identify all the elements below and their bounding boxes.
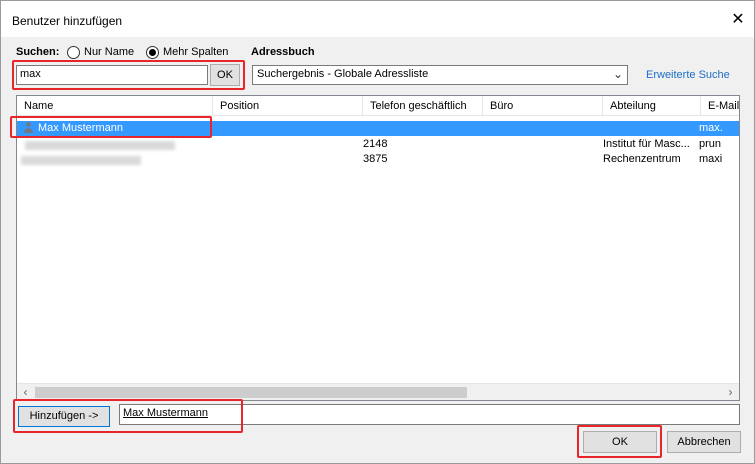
cell-department: Institut für Masc... <box>603 138 690 150</box>
column-header-name[interactable]: Name <box>17 96 213 116</box>
redacted-name <box>25 141 175 150</box>
add-button[interactable]: Hinzufügen -> <box>18 406 110 427</box>
add-user-dialog: Benutzer hinzufügen ✕ Suchen: Nur Name M… <box>0 0 755 464</box>
cell-email: prun <box>699 138 722 150</box>
column-header-email[interactable]: E-Mail <box>701 96 739 116</box>
addressbook-select[interactable]: Suchergebnis - Globale Adressliste ⌄ <box>252 65 628 85</box>
search-input[interactable]: max <box>16 65 208 85</box>
cell-name: Max Mustermann <box>23 121 213 136</box>
user-icon <box>23 122 34 133</box>
column-header-department[interactable]: Abteilung <box>603 96 701 116</box>
addressbook-selected: Suchergebnis - Globale Adressliste <box>257 68 429 80</box>
dialog-title: Benutzer hinzufügen <box>12 14 123 28</box>
cell-department: Rechenzentrum <box>603 153 681 165</box>
radio-name-only-label: Nur Name <box>84 46 135 58</box>
search-label: Suchen: <box>16 46 60 58</box>
advanced-search-link[interactable]: Erweiterte Suche <box>646 69 730 81</box>
chevron-down-icon: ⌄ <box>612 67 623 81</box>
table-row[interactable]: Max Mustermann max. <box>17 121 739 136</box>
radio-more-columns[interactable] <box>146 46 159 59</box>
table-header: Name Position Telefon geschäftlich Büro … <box>17 96 739 116</box>
add-field[interactable]: Max Mustermann <box>119 404 740 425</box>
title-bar: Benutzer hinzufügen ✕ <box>1 1 754 37</box>
cell-email: max. <box>699 122 723 134</box>
scrollbar-thumb[interactable] <box>35 387 467 398</box>
column-header-phone[interactable]: Telefon geschäftlich <box>363 96 483 116</box>
scroll-left-icon[interactable]: ‹ <box>17 384 34 401</box>
redacted-name <box>21 156 141 165</box>
table-row[interactable]: 3875 Rechenzentrum maxi <box>17 152 739 167</box>
radio-name-only[interactable] <box>67 46 80 59</box>
cell-phone: 2148 <box>363 138 388 150</box>
scroll-right-icon[interactable]: › <box>722 384 739 401</box>
addressbook-label: Adressbuch <box>251 46 315 58</box>
close-icon[interactable]: ✕ <box>728 10 748 30</box>
ok-button[interactable]: OK <box>583 431 657 453</box>
radio-more-columns-label: Mehr Spalten <box>163 46 229 58</box>
cancel-button[interactable]: Abbrechen <box>667 431 741 453</box>
cell-email: maxi <box>699 153 723 165</box>
cell-phone: 3875 <box>363 153 388 165</box>
table-row[interactable]: 2148 Institut für Masc... prun <box>17 137 739 152</box>
search-ok-button[interactable]: OK <box>210 64 240 86</box>
results-table[interactable]: Name Position Telefon geschäftlich Büro … <box>16 95 740 401</box>
column-header-office[interactable]: Büro <box>483 96 603 116</box>
horizontal-scrollbar[interactable]: ‹ › <box>17 383 739 400</box>
column-header-position[interactable]: Position <box>213 96 363 116</box>
